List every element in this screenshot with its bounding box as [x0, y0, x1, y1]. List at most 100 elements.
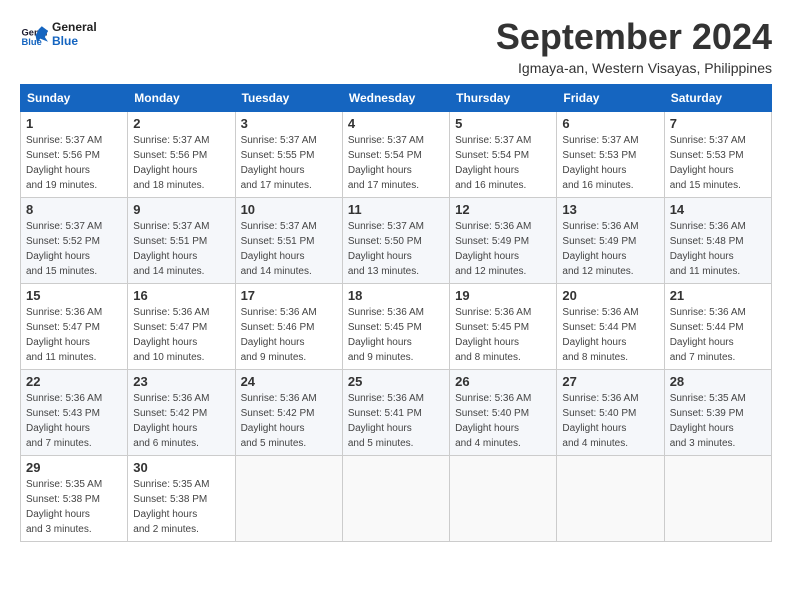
calendar-cell: [342, 456, 449, 542]
calendar-cell: 5 Sunrise: 5:37 AMSunset: 5:54 PMDaylight…: [450, 112, 557, 198]
calendar-cell: 4 Sunrise: 5:37 AMSunset: 5:54 PMDaylight…: [342, 112, 449, 198]
logo-icon: General Blue: [20, 20, 48, 48]
calendar-cell: 20 Sunrise: 5:36 AMSunset: 5:44 PMDayligh…: [557, 284, 664, 370]
calendar-week-row: 15Sunrise: 5:36 AMSunset: 5:47 PMDayligh…: [21, 284, 772, 370]
day-number: 10: [241, 202, 337, 217]
day-number: 19: [455, 288, 551, 303]
calendar-cell: 18 Sunrise: 5:36 AMSunset: 5:45 PMDayligh…: [342, 284, 449, 370]
calendar-cell: 24Sunrise: 5:36 AMSunset: 5:42 PMDayligh…: [235, 370, 342, 456]
day-number: 21: [670, 288, 766, 303]
logo: General Blue General Blue: [20, 20, 97, 49]
calendar-cell: 22 Sunrise: 5:36 AMSunset: 5:43 PMDayligh…: [21, 370, 128, 456]
day-number: 3: [241, 116, 337, 131]
day-number: 5: [455, 116, 551, 131]
col-header-monday: Monday: [128, 85, 235, 112]
day-number: 26: [455, 374, 551, 389]
day-number: 11: [348, 202, 444, 217]
day-detail: Sunrise: 5:36 AMSunset: 5:44 PMDaylight …: [670, 305, 766, 365]
calendar-cell: 14 Sunrise: 5:36 AMSunset: 5:48 PMDayligh…: [664, 198, 771, 284]
calendar-cell: 19 Sunrise: 5:36 AMSunset: 5:45 PMDayligh…: [450, 284, 557, 370]
day-detail: Sunrise: 5:37 AMSunset: 5:54 PMDaylight …: [455, 133, 551, 193]
calendar-week-row: 29 Sunrise: 5:35 AMSunset: 5:38 PMDayligh…: [21, 456, 772, 542]
day-detail: Sunrise: 5:37 AMSunset: 5:50 PMDaylight …: [348, 219, 444, 279]
day-number: 17: [241, 288, 337, 303]
day-detail: Sunrise: 5:36 AMSunset: 5:42 PMDaylight …: [133, 391, 229, 451]
day-number: 29: [26, 460, 122, 475]
title-block: September 2024 Igmaya-an, Western Visaya…: [496, 16, 772, 76]
day-number: 6: [562, 116, 658, 131]
logo-text-general: General: [52, 20, 97, 34]
day-number: 23: [133, 374, 229, 389]
day-detail: Sunrise: 5:36 AMSunset: 5:48 PMDaylight …: [670, 219, 766, 279]
day-detail: Sunrise: 5:36 AMSunset: 5:45 PMDaylight …: [455, 305, 551, 365]
day-number: 7: [670, 116, 766, 131]
calendar-cell: 30Sunrise: 5:35 AMSunset: 5:38 PMDayligh…: [128, 456, 235, 542]
day-detail: Sunrise: 5:37 AMSunset: 5:55 PMDaylight …: [241, 133, 337, 193]
calendar-cell: [235, 456, 342, 542]
month-title: September 2024: [496, 16, 772, 58]
col-header-wednesday: Wednesday: [342, 85, 449, 112]
day-detail: Sunrise: 5:36 AMSunset: 5:42 PMDaylight …: [241, 391, 337, 451]
day-number: 18: [348, 288, 444, 303]
calendar-cell: 27 Sunrise: 5:36 AMSunset: 5:40 PMDayligh…: [557, 370, 664, 456]
day-number: 28: [670, 374, 766, 389]
day-number: 4: [348, 116, 444, 131]
day-number: 30: [133, 460, 229, 475]
calendar-cell: 16 Sunrise: 5:36 AMSunset: 5:47 PMDayligh…: [128, 284, 235, 370]
day-number: 1: [26, 116, 122, 131]
day-number: 20: [562, 288, 658, 303]
day-number: 25: [348, 374, 444, 389]
calendar-cell: [557, 456, 664, 542]
col-header-tuesday: Tuesday: [235, 85, 342, 112]
day-number: 9: [133, 202, 229, 217]
col-header-friday: Friday: [557, 85, 664, 112]
day-detail: Sunrise: 5:36 AMSunset: 5:43 PMDaylight …: [26, 391, 122, 451]
day-detail: Sunrise: 5:36 AMSunset: 5:45 PMDaylight …: [348, 305, 444, 365]
calendar-week-row: 8Sunrise: 5:37 AMSunset: 5:52 PMDaylight…: [21, 198, 772, 284]
day-detail: Sunrise: 5:35 AMSunset: 5:38 PMDaylight …: [26, 477, 122, 537]
day-detail: Sunrise: 5:36 AMSunset: 5:46 PMDaylight …: [241, 305, 337, 365]
day-detail: Sunrise: 5:37 AMSunset: 5:51 PMDaylight …: [241, 219, 337, 279]
day-detail: Sunrise: 5:37 AMSunset: 5:54 PMDaylight …: [348, 133, 444, 193]
logo-text-blue: Blue: [52, 34, 97, 48]
calendar-cell: 12Sunrise: 5:36 AMSunset: 5:49 PMDayligh…: [450, 198, 557, 284]
day-detail: Sunrise: 5:37 AMSunset: 5:51 PMDaylight …: [133, 219, 229, 279]
day-number: 13: [562, 202, 658, 217]
calendar-cell: [450, 456, 557, 542]
calendar-cell: 17 Sunrise: 5:36 AMSunset: 5:46 PMDayligh…: [235, 284, 342, 370]
day-detail: Sunrise: 5:37 AMSunset: 5:56 PMDaylight …: [133, 133, 229, 193]
day-number: 8: [26, 202, 122, 217]
calendar-cell: 9 Sunrise: 5:37 AMSunset: 5:51 PMDaylight…: [128, 198, 235, 284]
day-detail: Sunrise: 5:36 AMSunset: 5:40 PMDaylight …: [455, 391, 551, 451]
day-number: 27: [562, 374, 658, 389]
calendar-cell: 21 Sunrise: 5:36 AMSunset: 5:44 PMDayligh…: [664, 284, 771, 370]
page-header: General Blue General Blue September 2024…: [20, 16, 772, 76]
day-detail: Sunrise: 5:35 AMSunset: 5:39 PMDaylight …: [670, 391, 766, 451]
day-number: 16: [133, 288, 229, 303]
calendar-cell: 3 Sunrise: 5:37 AMSunset: 5:55 PMDaylight…: [235, 112, 342, 198]
day-detail: Sunrise: 5:37 AMSunset: 5:53 PMDaylight …: [670, 133, 766, 193]
calendar-cell: 1Sunrise: 5:37 AMSunset: 5:56 PMDaylight…: [21, 112, 128, 198]
calendar-cell: 13Sunrise: 5:36 AMSunset: 5:49 PMDayligh…: [557, 198, 664, 284]
day-number: 12: [455, 202, 551, 217]
calendar-cell: 23 Sunrise: 5:36 AMSunset: 5:42 PMDayligh…: [128, 370, 235, 456]
day-number: 22: [26, 374, 122, 389]
day-detail: Sunrise: 5:36 AMSunset: 5:44 PMDaylight …: [562, 305, 658, 365]
calendar-cell: 15Sunrise: 5:36 AMSunset: 5:47 PMDayligh…: [21, 284, 128, 370]
day-number: 14: [670, 202, 766, 217]
calendar-cell: 7 Sunrise: 5:37 AMSunset: 5:53 PMDaylight…: [664, 112, 771, 198]
calendar-cell: 6Sunrise: 5:37 AMSunset: 5:53 PMDaylight…: [557, 112, 664, 198]
calendar-cell: 29 Sunrise: 5:35 AMSunset: 5:38 PMDayligh…: [21, 456, 128, 542]
calendar-cell: 11 Sunrise: 5:37 AMSunset: 5:50 PMDayligh…: [342, 198, 449, 284]
calendar-cell: 25Sunrise: 5:36 AMSunset: 5:41 PMDayligh…: [342, 370, 449, 456]
calendar-cell: 2 Sunrise: 5:37 AMSunset: 5:56 PMDaylight…: [128, 112, 235, 198]
day-detail: Sunrise: 5:36 AMSunset: 5:40 PMDaylight …: [562, 391, 658, 451]
day-detail: Sunrise: 5:36 AMSunset: 5:47 PMDaylight …: [133, 305, 229, 365]
day-number: 2: [133, 116, 229, 131]
calendar-cell: [664, 456, 771, 542]
calendar-cell: 10 Sunrise: 5:37 AMSunset: 5:51 PMDayligh…: [235, 198, 342, 284]
col-header-thursday: Thursday: [450, 85, 557, 112]
calendar-header-row: SundayMondayTuesdayWednesdayThursdayFrid…: [21, 85, 772, 112]
calendar-cell: 28 Sunrise: 5:35 AMSunset: 5:39 PMDayligh…: [664, 370, 771, 456]
col-header-saturday: Saturday: [664, 85, 771, 112]
